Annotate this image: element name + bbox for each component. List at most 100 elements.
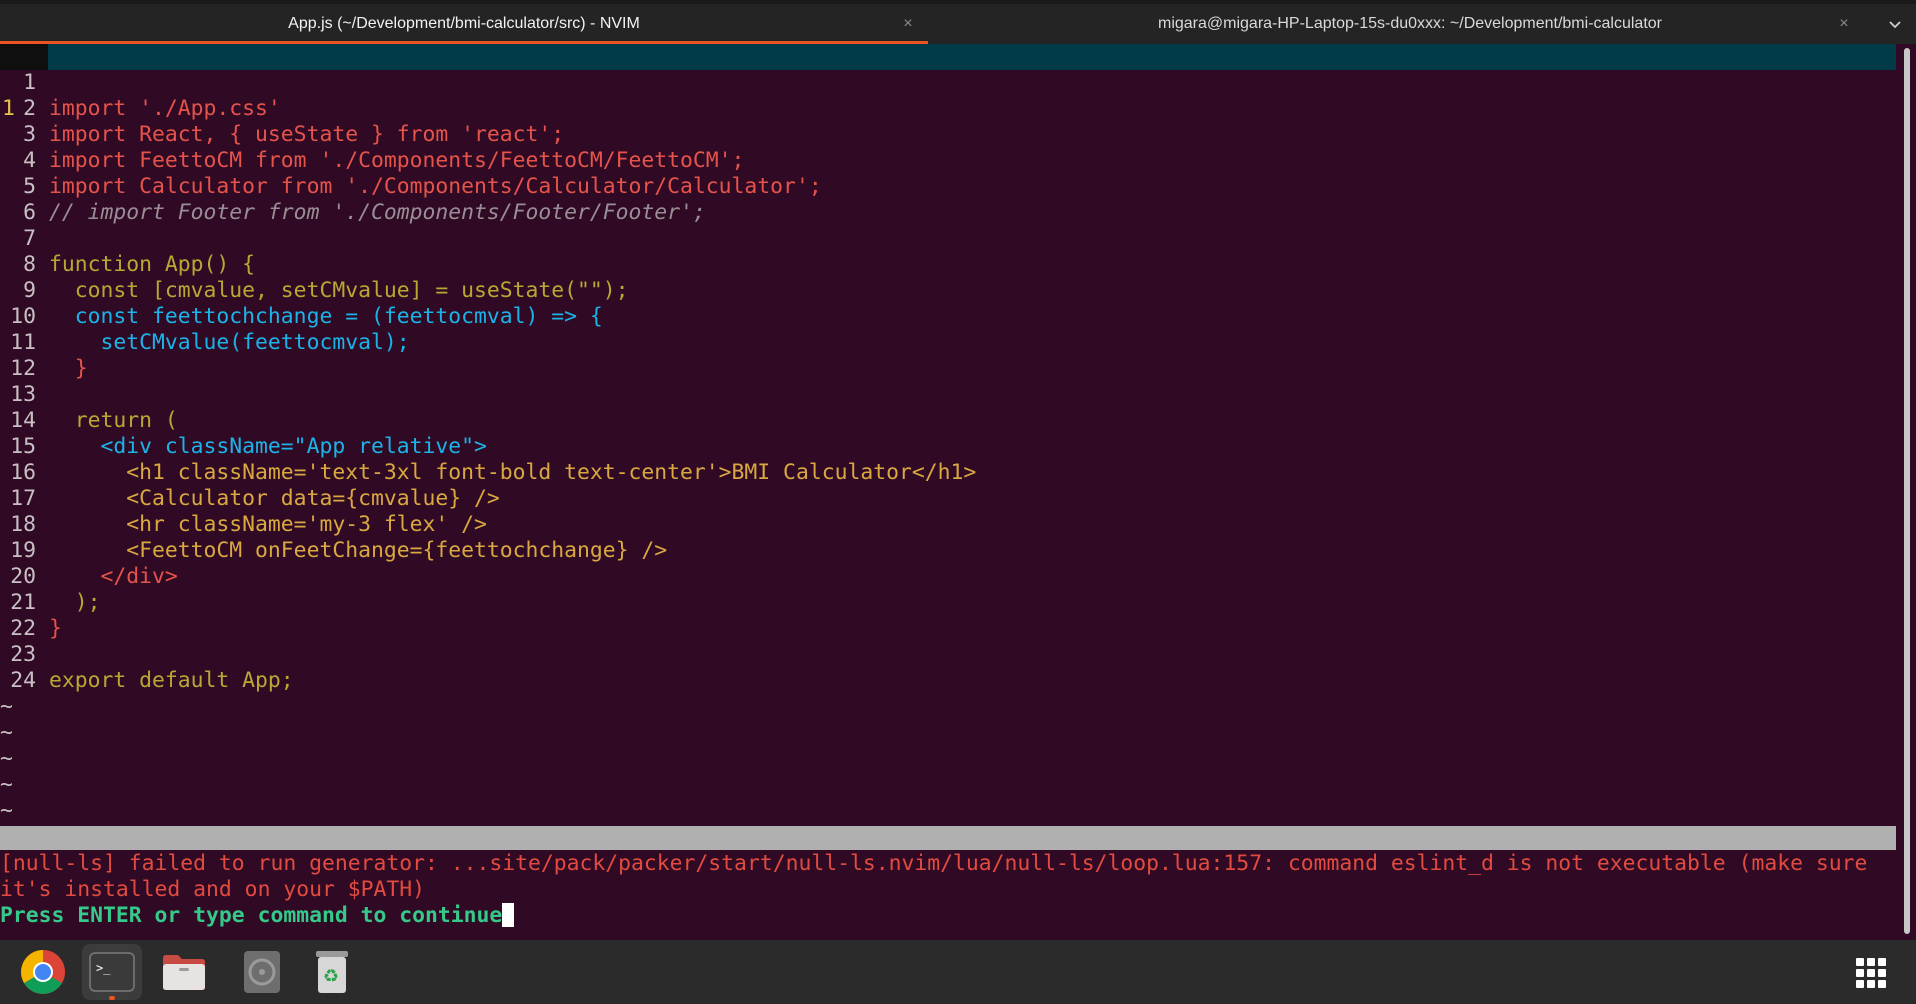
code-line: 17 <Calculator data={cmvalue} /> [0, 486, 1896, 512]
code-text: <div className="App relative"> [49, 434, 487, 459]
line-number: 8 [23, 252, 36, 277]
code-text: ); [49, 590, 101, 615]
dock: >_ ♻ [0, 940, 1916, 1004]
line-number: 12 [10, 356, 36, 381]
code-line: 6 // import Footer from './Components/Foo… [0, 200, 1896, 226]
terminal-prompt-glyph: >_ [96, 961, 111, 975]
status-line [0, 826, 1896, 850]
code-line: 1 [0, 70, 1896, 96]
text-cursor [502, 903, 515, 927]
code-line: 23 [0, 642, 1896, 668]
code-line: 22} [0, 616, 1896, 642]
code-line: 18 <hr className='my-3 flex' /> [0, 512, 1896, 538]
line-number: 9 [23, 278, 36, 303]
code-line: 11 setCMvalue(feettocmval); [0, 330, 1896, 356]
error-message: it's installed and on your $PATH) [0, 877, 425, 902]
line-number: 4 [23, 148, 36, 173]
line-number: 7 [23, 226, 36, 251]
code-line: 20 </div> [0, 564, 1896, 590]
code-line: 3 [0, 122, 1896, 148]
code-text: <Calculator data={cmvalue} /> [49, 486, 500, 511]
code-line: 10 const feettochchange = (feettocmval) … [0, 304, 1896, 330]
empty-line-marker: ~ [0, 746, 13, 771]
code-text: const feettochchange = (feettocmval) => … [49, 304, 603, 329]
close-icon[interactable]: × [898, 14, 918, 34]
code-line: 24 export default App; [0, 668, 1896, 694]
line-number: 3 [23, 122, 36, 147]
code-line: 8 function App() { [0, 252, 1896, 278]
chrome-icon[interactable] [13, 944, 73, 1000]
line-number: 21 [10, 590, 36, 615]
code-line: 5 import Calculator from './Components/Ca… [0, 174, 1896, 200]
tab-terminal[interactable]: migara@migara-HP-Laptop-15s-du0xxx: ~/De… [930, 4, 1890, 44]
line-number: 6 [23, 200, 36, 225]
prompt-text: Press ENTER or type command to continue [0, 903, 503, 928]
line-number: 16 [10, 460, 36, 485]
disc-icon[interactable] [232, 944, 292, 1000]
line-number: 18 [10, 512, 36, 537]
empty-line-marker: ~ [0, 772, 13, 797]
tab-label: migara@migara-HP-Laptop-15s-du0xxx: ~/De… [1157, 15, 1662, 32]
show-apps-icon[interactable] [1856, 958, 1886, 988]
line-number: 10 [10, 304, 36, 329]
line-number: 5 [23, 174, 36, 199]
code-text: setCMvalue(feettocmval); [49, 330, 410, 355]
code-line: 13 [0, 382, 1896, 408]
code-text: export default App; [49, 668, 294, 693]
trash-icon[interactable]: ♻ [302, 944, 362, 1000]
code-text: </div> [49, 564, 178, 589]
code-line: 21 ); [0, 590, 1896, 616]
svg-text:♻: ♻ [323, 966, 339, 987]
code-line: 12 } [0, 356, 1896, 382]
code-line: 15 <div className="App relative"> [0, 434, 1896, 460]
command-prompt[interactable]: Press ENTER or type command to continue [0, 903, 515, 929]
line-number: 14 [10, 408, 36, 433]
code-line: 2 import './App.css' [0, 96, 1896, 122]
line-number: 24 [10, 668, 36, 693]
current-line[interactable]: 1 import React, { useState } from 'react… [0, 44, 1896, 147]
terminal-icon[interactable]: >_ [82, 944, 142, 1000]
line-number: 13 [10, 382, 36, 407]
line-number: 19 [10, 538, 36, 563]
code-text: } [49, 616, 62, 641]
empty-line-marker: ~ [0, 720, 13, 745]
code-text: <FeettoCM onFeetChange={feettochchange} … [49, 538, 668, 563]
code-text: import Calculator from './Components/Cal… [49, 174, 822, 199]
code-line: 16 <h1 className='text-3xl font-bold tex… [0, 460, 1896, 486]
line-number: 15 [10, 434, 36, 459]
code-text: <hr className='my-3 flex' /> [49, 512, 487, 537]
code-line: 9 const [cmvalue, setCMvalue] = useState… [0, 278, 1896, 304]
line-number-gutter [0, 44, 48, 70]
terminal-tab-bar: App.js (~/Development/bmi-calculator/src… [0, 0, 1916, 44]
running-indicator [109, 996, 115, 1000]
code-text: } [49, 356, 88, 381]
line-number: 2 [23, 96, 36, 121]
empty-line-marker: ~ [0, 694, 13, 719]
files-icon[interactable] [154, 944, 214, 1000]
code-line: 14 return ( [0, 408, 1896, 434]
nvim-editor[interactable]: 1 import React, { useState } from 'react… [0, 44, 1896, 823]
line-number: 11 [10, 330, 36, 355]
code-line: 19 <FeettoCM onFeetChange={feettochchang… [0, 538, 1896, 564]
code-line: 7 [0, 226, 1896, 252]
line-number: 23 [10, 642, 36, 667]
empty-line-marker: ~ [0, 798, 13, 823]
code-text: import './App.css' [49, 96, 281, 121]
code-text: <h1 className='text-3xl font-bold text-c… [49, 460, 977, 485]
line-number: 22 [10, 616, 36, 641]
code-comment: // import Footer from './Components/Foot… [49, 200, 706, 225]
tab-nvim[interactable]: App.js (~/Development/bmi-calculator/src… [0, 4, 928, 44]
scrollbar[interactable] [1904, 48, 1910, 934]
line-number: 17 [10, 486, 36, 511]
line-number: 1 [23, 70, 36, 95]
line-number: 20 [10, 564, 36, 589]
code-text: const [cmvalue, setCMvalue] = useState("… [49, 278, 629, 303]
close-icon[interactable]: × [1834, 14, 1854, 34]
code-text: import FeettoCM from './Components/Feett… [49, 148, 745, 173]
code-text: function App() { [49, 252, 256, 277]
code-text: return ( [49, 408, 178, 433]
tab-label: App.js (~/Development/bmi-calculator/src… [288, 15, 640, 32]
code-line: 4 import FeettoCM from './Components/Feet… [0, 148, 1896, 174]
error-message: [null-ls] failed to run generator: ...si… [0, 851, 1868, 876]
chevron-down-icon[interactable] [1880, 14, 1910, 34]
